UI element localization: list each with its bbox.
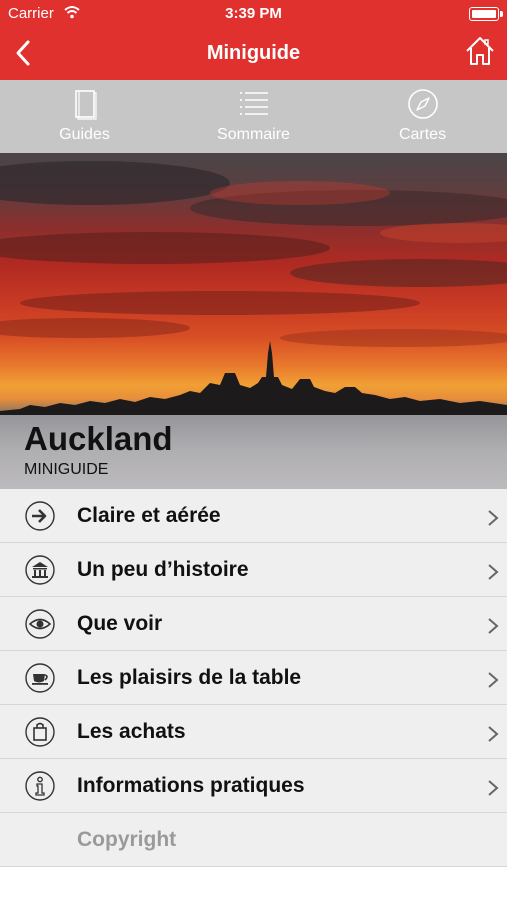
city-subtitle: MINIGUIDE <box>24 461 109 478</box>
chevron-right-icon <box>488 672 499 688</box>
chevron-right-icon <box>488 780 499 796</box>
chevron-right-icon <box>488 618 499 634</box>
status-bar: Carrier 3:39 PM <box>0 0 507 28</box>
arrow-right-circle-icon <box>25 501 55 531</box>
list-item-label: Les achats <box>77 720 186 743</box>
list-item-label: Que voir <box>77 612 163 635</box>
list-item[interactable]: Les plaisirs de la table <box>0 651 507 705</box>
tab-cartes[interactable]: Cartes <box>338 80 507 153</box>
copyright-label: Copyright <box>77 828 177 851</box>
clock: 3:39 PM <box>225 5 282 22</box>
page-title: Miniguide <box>206 42 301 64</box>
tab-sommaire[interactable]: Sommaire <box>169 80 338 153</box>
copyright-item[interactable]: Copyright <box>0 813 507 867</box>
list-item[interactable]: Les achats <box>0 705 507 759</box>
museum-icon <box>25 555 55 585</box>
city-title: Auckland <box>24 420 173 457</box>
tab-label: Cartes <box>398 126 447 143</box>
list-icon <box>239 92 268 115</box>
compass-icon <box>407 89 438 119</box>
cup-icon <box>25 663 55 693</box>
home-icon[interactable] <box>463 34 497 68</box>
chevron-right-icon <box>488 726 499 742</box>
eye-icon <box>25 609 55 639</box>
list-item[interactable]: Un peu d’histoire <box>0 543 507 597</box>
chapter-list: Claire et aérée Un peu d’histoire Que vo… <box>0 489 507 867</box>
info-icon <box>25 771 55 801</box>
list-item[interactable]: Informations pratiques <box>0 759 507 813</box>
tab-label: Sommaire <box>217 126 290 143</box>
list-item[interactable]: Que voir <box>0 597 507 651</box>
list-item-label: Informations pratiques <box>77 774 305 797</box>
hero-image: Auckland MINIGUIDE <box>0 153 507 489</box>
list-item-label: Les plaisirs de la table <box>77 666 302 689</box>
nav-bar: Miniguide <box>0 28 507 80</box>
tab-guides[interactable]: Guides <box>0 80 169 153</box>
chevron-right-icon <box>488 564 499 580</box>
shopping-bag-icon <box>25 717 55 747</box>
tab-label: Guides <box>59 126 110 143</box>
top-bar: Carrier 3:39 PM Miniguide <box>0 0 507 80</box>
battery-icon <box>469 7 503 21</box>
chevron-right-icon <box>488 510 499 526</box>
tab-bar: Guides Sommaire Cartes <box>0 80 507 153</box>
list-item-label: Un peu d’histoire <box>77 558 249 581</box>
book-icon <box>74 90 97 120</box>
list-item[interactable]: Claire et aérée <box>0 489 507 543</box>
list-item-label: Claire et aérée <box>77 504 221 527</box>
